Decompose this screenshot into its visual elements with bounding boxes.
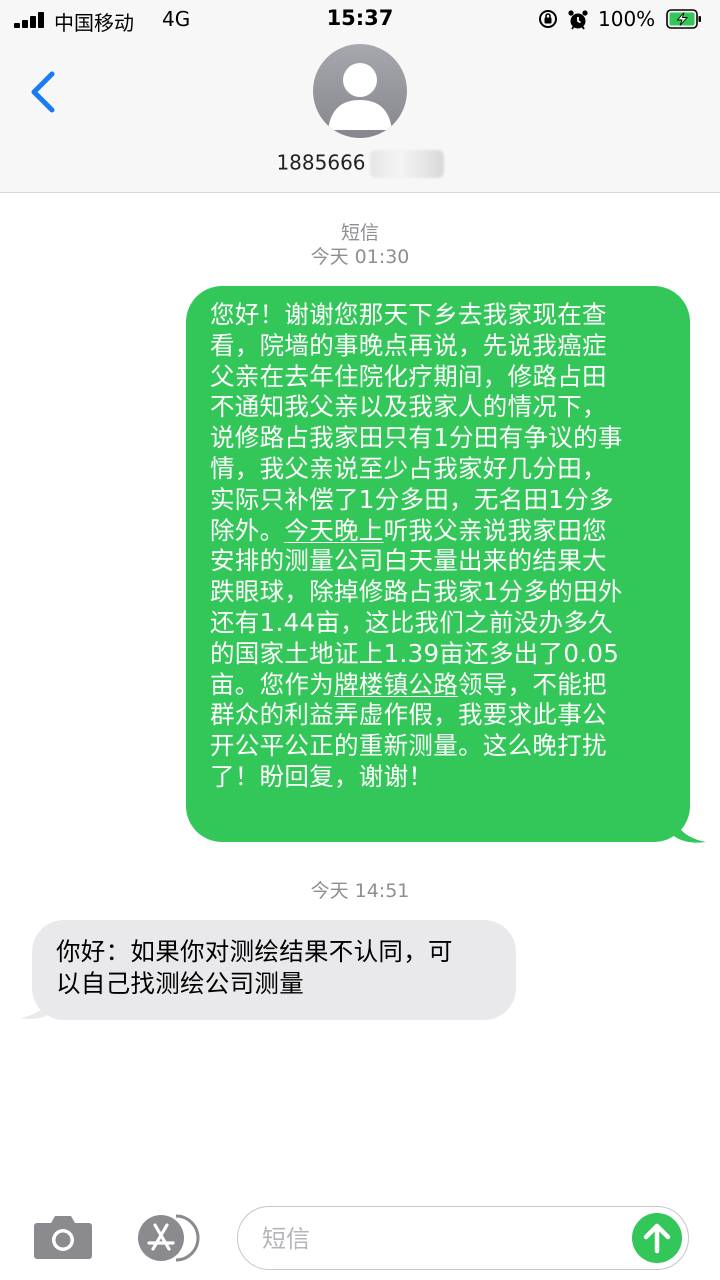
message-composer[interactable] <box>237 1206 689 1270</box>
rotation-lock-icon <box>539 10 557 28</box>
battery-charging-icon <box>666 9 701 29</box>
message-line: 不通知我父亲以及我家人的情况下， <box>210 392 607 422</box>
incoming-message-bubble[interactable]: 你好：如果你对测绘结果不认同，可 以自己找测绘公司测量 <box>32 920 516 1020</box>
detected-link[interactable]: 牌楼镇公路 <box>334 670 458 699</box>
timestamp-second: 今天 14:51 <box>310 880 410 902</box>
arrow-up-icon <box>643 1223 671 1254</box>
message-line: 您好！谢谢您那天下乡去我家现在查 <box>210 300 607 329</box>
message-line: 群众的利益弄虚作假，我要求此事公 <box>210 700 607 730</box>
message-line: 以自己找测绘公司测量 <box>56 969 304 998</box>
camera-icon[interactable] <box>33 1213 93 1261</box>
message-line: 实际只补偿了1分多田，无名田1分多 <box>210 484 614 514</box>
message-line: 亩。您作为牌楼镇公路领导，不能把 <box>210 669 607 699</box>
contact-avatar[interactable] <box>313 44 407 138</box>
alarm-clock-icon <box>568 10 588 30</box>
detected-link[interactable]: 今天晚上 <box>284 516 383 545</box>
outgoing-bubble-tail <box>672 808 706 843</box>
send-button[interactable] <box>632 1213 682 1263</box>
redacted-digits <box>369 150 444 178</box>
message-line: 父亲在去年住院化疗期间，修路占田 <box>210 361 607 391</box>
timestamp-first: 今天 01:30 <box>310 246 410 268</box>
message-line: 安排的测量公司白天量出来的结果大 <box>210 546 607 576</box>
battery-percentage: 100% <box>598 7 656 31</box>
message-line: 情，我父亲说至少占我家好几分田， <box>210 453 607 483</box>
incoming-bubble-tail <box>20 986 54 1020</box>
message-line: 除外。今天晚上听我父亲说我家田您 <box>210 515 607 545</box>
contact-name[interactable]: 1885666 <box>0 150 720 178</box>
message-line: 跌眼球，除掉修路占我家1分多的田外 <box>210 577 623 607</box>
message-line: 了！盼回复，谢谢！ <box>210 761 434 791</box>
message-line: 看，院墙的事晚点再说，先说我癌症 <box>210 330 607 360</box>
status-bar: 中国移动 4G 15:37 100% <box>0 0 720 40</box>
message-service-label: 短信 <box>340 222 379 244</box>
message-line: 说修路占我家田只有1分田有争议的事 <box>210 423 623 453</box>
message-input[interactable] <box>260 1217 624 1261</box>
message-line: 开公平公正的重新测量。这么晚打扰 <box>210 731 607 761</box>
outgoing-message-bubble[interactable]: 您好！谢谢您那天下乡去我家现在查 看，院墙的事晚点再说，先说我癌症 父亲在去年住… <box>186 286 690 842</box>
navigation-header: 中国移动 4G 15:37 100% 1885666 <box>0 0 720 193</box>
message-line: 还有1.44亩，这比我们之前没办多久 <box>210 607 613 637</box>
contact-number: 1885666 <box>276 150 366 175</box>
app-store-icon[interactable] <box>136 1213 202 1263</box>
chevron-left-icon[interactable] <box>26 70 62 114</box>
message-line: 你好：如果你对测绘结果不认同，可 <box>56 937 453 966</box>
message-line: 的国家土地证上1.39亩还多出了0.05 <box>210 638 620 668</box>
person-icon <box>328 63 392 130</box>
